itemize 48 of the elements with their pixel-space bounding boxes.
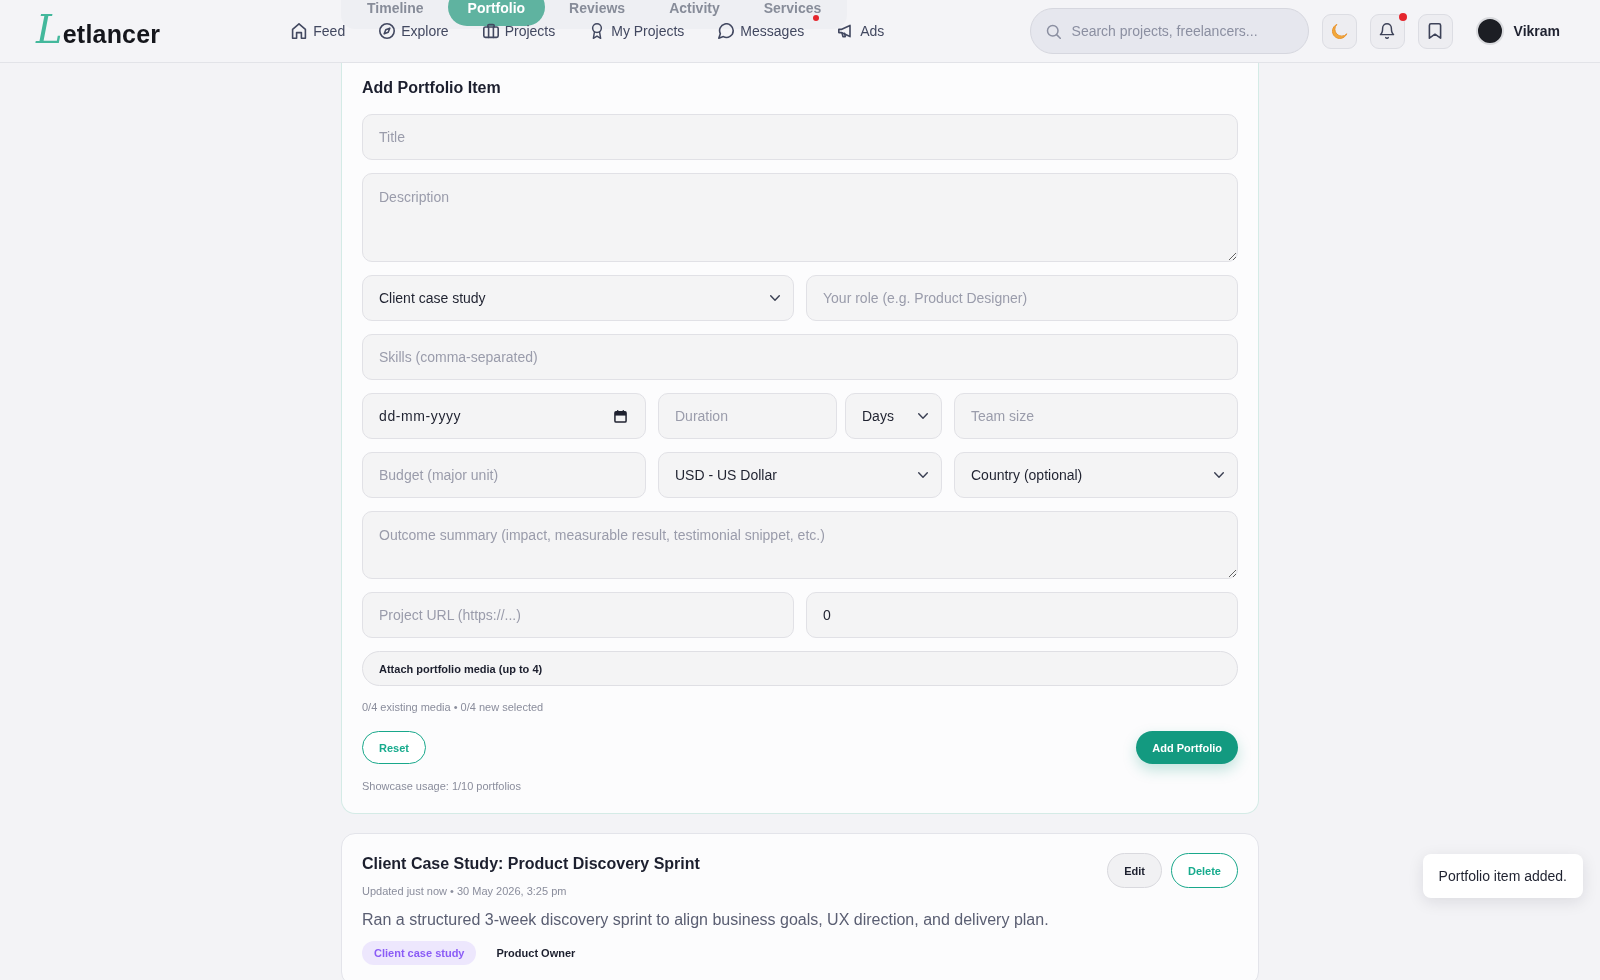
input-field[interactable]: Duration (658, 393, 837, 439)
card-meta: Updated just now • 30 May 2026, 3:25 pm (362, 884, 568, 899)
bell-icon (1379, 23, 1396, 39)
search-field[interactable]: Search projects, freelancers... (1029, 8, 1309, 54)
input-field[interactable]: Title (362, 114, 1238, 160)
dropdown[interactable]: Client case study (362, 275, 794, 321)
form-title: Add Portfolio Item (362, 78, 502, 98)
input-field[interactable]: Project URL (https://...) (362, 592, 794, 638)
input-field[interactable]: 0 (806, 592, 1238, 638)
input-field[interactable]: Team size (954, 393, 1238, 439)
house-icon (291, 23, 308, 39)
compass-icon (379, 23, 396, 39)
edit-button[interactable]: Edit (1107, 853, 1162, 888)
attach-media-button[interactable]: Attach portfolio media (up to 4) (362, 651, 1238, 686)
category-tag: Client case study (362, 941, 477, 965)
chevron-down-icon (770, 295, 780, 301)
speech-bubble-icon (718, 23, 735, 39)
bookmark-icon (1428, 23, 1443, 39)
nav-link[interactable]: Feed (291, 16, 346, 46)
briefcase-icon (482, 23, 499, 39)
toast-notification: Portfolio item added. (1422, 854, 1583, 898)
chevron-down-icon (918, 413, 928, 419)
notifications-button[interactable] (1369, 13, 1405, 49)
role-text: Product Owner (495, 946, 577, 961)
input-field[interactable]: Your role (e.g. Product Designer) (806, 275, 1238, 321)
text-area[interactable]: Outcome summary (impact, measurable result, testimonial snippet, etc.) (362, 511, 1238, 579)
dropdown[interactable]: USD - US Dollar (658, 452, 942, 498)
date-field[interactable]: dd-mm-yyyy (362, 393, 646, 439)
bookmarks-button[interactable] (1417, 13, 1453, 49)
logo[interactable]: Letlancer (36, 10, 161, 52)
submit-button[interactable]: Add Portfolio (1136, 731, 1238, 764)
chevron-down-icon (918, 472, 928, 478)
input-field[interactable]: Skills (comma-separated) (362, 334, 1238, 380)
card-title: Client Case Study: Product Discovery Sprint (362, 854, 700, 874)
dropdown[interactable]: Country (optional) (954, 452, 1238, 498)
usage-text: Showcase usage: 1/10 portfolios (362, 779, 522, 793)
media-status-text: 0/4 existing media • 0/4 new selected (362, 700, 545, 714)
text-area[interactable]: Description (362, 173, 1238, 262)
theme-toggle-button[interactable] (1321, 13, 1357, 49)
user-name[interactable]: Vikram (1513, 23, 1560, 39)
input-field[interactable]: Budget (major unit) (362, 452, 646, 498)
chevron-down-icon (1214, 472, 1224, 478)
dropdown[interactable]: Days (845, 393, 942, 439)
search-icon (1045, 23, 1061, 39)
card-description: Ran a structured 3-week discovery sprint to align business goals, UX direction, and delivery plan. (362, 910, 1050, 930)
crescent-moon-icon (1330, 22, 1348, 40)
calendar-icon[interactable] (614, 409, 627, 423)
avatar-icon[interactable] (1475, 17, 1504, 45)
